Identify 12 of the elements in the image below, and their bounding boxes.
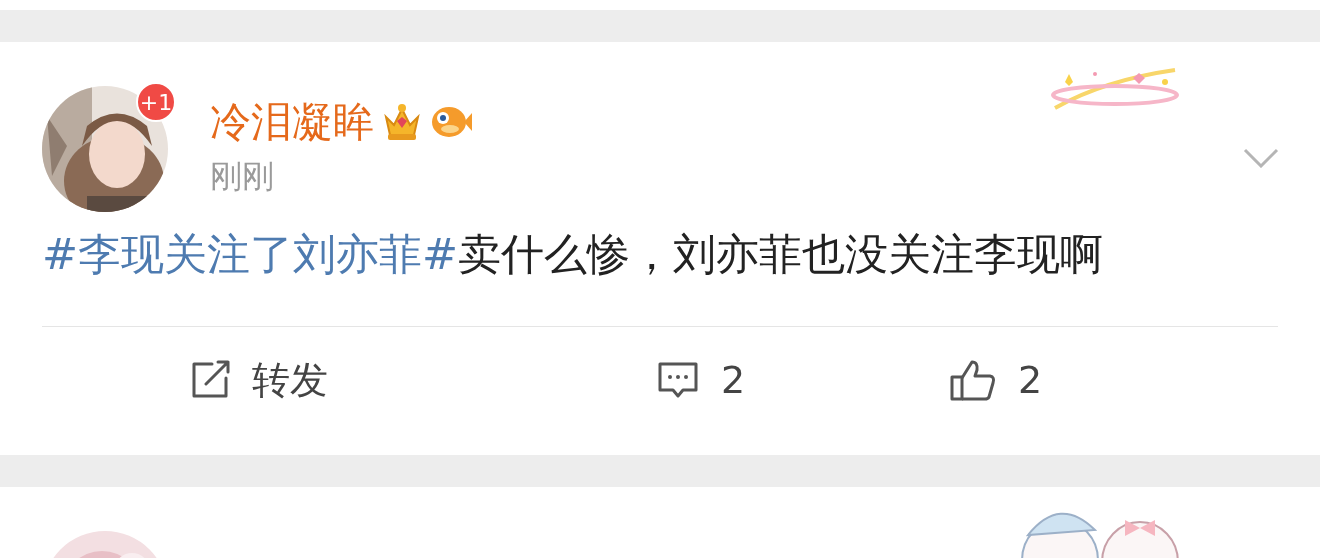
comment-count: 2 [721, 356, 746, 404]
like-count: 2 [1018, 356, 1043, 404]
notification-badge: +1 [136, 82, 176, 122]
topic-link[interactable]: #李现关注了刘亦菲# [42, 229, 459, 279]
post-text: #李现关注了刘亦菲#卖什么惨，刘亦菲也没关注李现啊 [42, 228, 1105, 281]
comment-icon[interactable] [657, 361, 699, 399]
share-icon[interactable] [190, 360, 230, 400]
repost-label: 转发 [252, 356, 328, 404]
thumbs-up-icon[interactable] [950, 358, 996, 402]
crown-icon [382, 103, 422, 141]
username[interactable]: 冷泪凝眸 [210, 98, 374, 146]
post-time: 刚刚 [210, 156, 275, 196]
